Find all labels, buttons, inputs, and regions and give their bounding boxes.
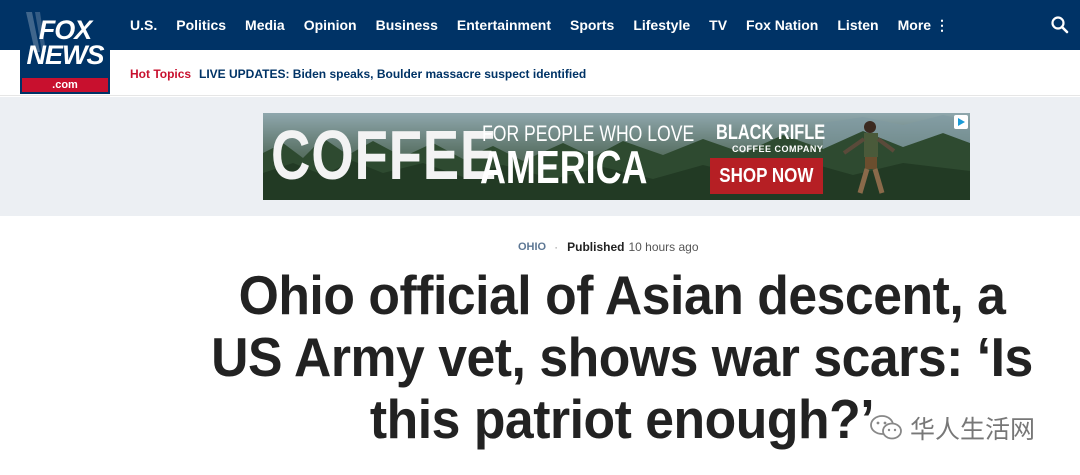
nav-item-entertainment[interactable]: Entertainment — [457, 17, 551, 33]
ad-choices-icon[interactable] — [954, 115, 968, 129]
logo-word-news: NEWS — [26, 40, 105, 70]
ad-brand-subtitle: COFFEE COMPANY — [732, 144, 824, 154]
ad-banner[interactable]: COFFEE FOR PEOPLE WHO LOVE AMERICA BLACK… — [263, 113, 970, 200]
meta-separator: · — [554, 240, 559, 254]
fox-news-logo[interactable]: FOX NEWS .com — [20, 6, 110, 94]
ad-shop-now-button[interactable]: SHOP NOW — [710, 158, 823, 194]
main-nav: U.S. Politics Media Opinion Business Ent… — [130, 0, 968, 50]
nav-item-lifestyle[interactable]: Lifestyle — [633, 17, 690, 33]
nav-item-more[interactable]: More ⋮ — [898, 17, 949, 34]
ad-tagline-bottom: AMERICA — [480, 141, 648, 193]
nav-item-tv[interactable]: TV — [709, 17, 727, 33]
ad-headline: COFFEE — [271, 116, 498, 194]
top-nav-bar: U.S. Politics Media Opinion Business Ent… — [0, 0, 1080, 50]
search-icon[interactable] — [1050, 15, 1070, 35]
nav-item-opinion[interactable]: Opinion — [304, 17, 357, 33]
nav-item-fox-nation[interactable]: Fox Nation — [746, 17, 818, 33]
published-time: 10 hours ago — [628, 240, 699, 254]
ad-hiker-figure — [842, 121, 896, 194]
hot-topics-label: Hot Topics — [130, 67, 192, 81]
published-label: Published — [567, 240, 625, 254]
watermark-text: 华人生活网 — [910, 415, 1036, 444]
hot-topics-bar: Hot Topics LIVE UPDATES: Biden speaks, B… — [0, 50, 1080, 96]
nav-item-politics[interactable]: Politics — [176, 17, 226, 33]
watermark: 华人生活网 — [868, 410, 1035, 446]
nav-item-us[interactable]: U.S. — [130, 17, 157, 33]
nav-item-listen[interactable]: Listen — [837, 17, 878, 33]
logo-mark: FOX NEWS — [22, 8, 108, 78]
hot-topic-link[interactable]: LIVE UPDATES: Biden speaks, Boulder mass… — [199, 67, 586, 81]
wechat-icon — [870, 415, 902, 440]
article-meta: OHIO · Published 10 hours ago — [518, 240, 699, 254]
ad-shop-now-label: SHOP NOW — [719, 165, 814, 187]
nav-item-sports[interactable]: Sports — [570, 17, 614, 33]
nav-item-media[interactable]: Media — [245, 17, 285, 33]
article-category-link[interactable]: OHIO — [518, 241, 546, 253]
logo-domain: .com — [22, 78, 108, 92]
nav-item-business[interactable]: Business — [376, 17, 438, 33]
ad-container: COFFEE FOR PEOPLE WHO LOVE AMERICA BLACK… — [0, 97, 1080, 216]
ad-brand-name: BLACK RIFLE — [716, 121, 826, 144]
